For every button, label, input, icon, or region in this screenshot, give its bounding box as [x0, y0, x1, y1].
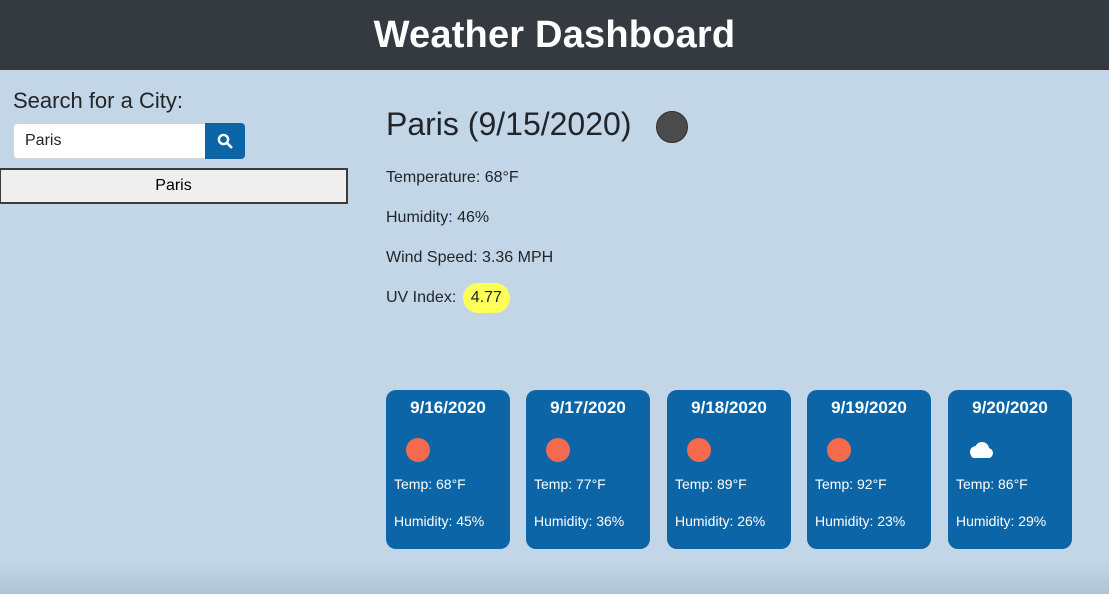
- forecast-date: 9/18/2020: [691, 398, 767, 417]
- search-button[interactable]: [205, 123, 245, 159]
- sun-icon: [546, 438, 570, 462]
- moon-icon: [656, 111, 688, 143]
- forecast-humidity: Humidity: 29%: [956, 513, 1047, 529]
- uv-index-badge: 4.77: [462, 283, 510, 313]
- forecast-card: 9/18/2020 Temp: 89°F Humidity: 26%: [667, 390, 791, 549]
- forecast-date: 9/17/2020: [550, 398, 626, 417]
- history-item-paris[interactable]: Paris: [0, 168, 348, 204]
- current-temperature: Temperature: 68°F: [386, 169, 519, 186]
- top-bar: Weather Dashboard: [0, 0, 1109, 70]
- forecast-humidity: Humidity: 26%: [675, 513, 766, 529]
- forecast-card: 9/20/2020 Temp: 86°F Humidity: 29%: [948, 390, 1072, 549]
- app-title: Weather Dashboard: [373, 13, 736, 56]
- cloud-icon: [964, 438, 996, 462]
- search-icon: [217, 133, 233, 149]
- current-city-title: Paris (9/15/2020): [386, 106, 632, 142]
- sun-icon: [406, 438, 430, 462]
- forecast-card: 9/17/2020 Temp: 77°F Humidity: 36%: [526, 390, 650, 549]
- search-input[interactable]: [13, 123, 205, 159]
- uv-index-label: UV Index:: [386, 289, 457, 306]
- forecast-temp: Temp: 77°F: [534, 476, 606, 492]
- search-label: Search for a City:: [13, 88, 183, 113]
- sun-icon: [687, 438, 711, 462]
- current-wind-speed: Wind Speed: 3.36 MPH: [386, 249, 554, 266]
- bottom-shadow: [0, 562, 1109, 594]
- current-humidity: Humidity: 46%: [386, 209, 490, 226]
- forecast-temp: Temp: 86°F: [956, 476, 1028, 492]
- forecast-date: 9/16/2020: [410, 398, 486, 417]
- forecast-humidity: Humidity: 45%: [394, 513, 485, 529]
- forecast-card: 9/19/2020 Temp: 92°F Humidity: 23%: [807, 390, 931, 549]
- forecast-card: 9/16/2020 Temp: 68°F Humidity: 45%: [386, 390, 510, 549]
- search-form: [13, 123, 245, 159]
- forecast-date: 9/20/2020: [972, 398, 1048, 417]
- sun-icon: [827, 438, 851, 462]
- forecast-humidity: Humidity: 36%: [534, 513, 625, 529]
- current-uv-index: UV Index: 4.77: [386, 283, 510, 313]
- forecast-temp: Temp: 92°F: [815, 476, 887, 492]
- forecast-humidity: Humidity: 23%: [815, 513, 906, 529]
- forecast-temp: Temp: 68°F: [394, 476, 466, 492]
- forecast-date: 9/19/2020: [831, 398, 907, 417]
- forecast-temp: Temp: 89°F: [675, 476, 747, 492]
